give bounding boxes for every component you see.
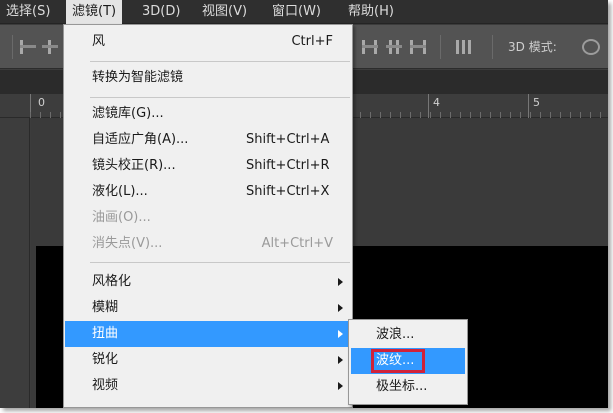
menu-3d[interactable]: 3D(D)	[136, 0, 186, 24]
submenu-arrow-icon	[338, 382, 343, 390]
submenu-arrow-icon	[338, 278, 343, 286]
toolbar-separator	[12, 35, 13, 59]
submenu-item-wave[interactable]: 波浪...	[351, 322, 465, 348]
menu-item-distort[interactable]: 扭曲	[65, 321, 351, 347]
submenu-arrow-icon	[338, 304, 343, 312]
menu-view[interactable]: 视图(V)	[196, 0, 253, 24]
toolbar-separator	[440, 35, 441, 59]
menu-item-video[interactable]: 视频	[65, 373, 351, 399]
menu-select[interactable]: 选择(S)	[0, 0, 56, 24]
ruler-label: 4	[433, 96, 440, 109]
shortcut-label: Shift+Ctrl+X	[246, 184, 330, 199]
menu-item-blur[interactable]: 模糊	[65, 295, 351, 321]
shortcut-label: Shift+Ctrl+A	[246, 132, 330, 147]
menu-bar: 选择(S) 滤镜(T) 3D(D) 视图(V) 窗口(W) 帮助(H)	[0, 0, 608, 24]
menu-item-convert-smart-filter[interactable]: 转换为智能滤镜	[65, 65, 351, 91]
ruler-label: 5	[533, 96, 540, 109]
menu-separator	[90, 61, 350, 62]
3d-mode-label: 3D 模式:	[508, 40, 557, 54]
menu-item-stylize[interactable]: 风格化	[65, 269, 351, 295]
menu-separator	[90, 262, 350, 263]
submenu-arrow-icon	[338, 330, 343, 338]
menu-item-sharpen[interactable]: 锐化	[65, 347, 351, 373]
submenu-arrow-icon	[338, 356, 343, 364]
auto-align-icon[interactable]	[456, 40, 472, 54]
shortcut-label: Ctrl+F	[291, 34, 333, 49]
toolbar-separator	[492, 35, 493, 59]
distribute-hcenter-icon[interactable]	[386, 40, 402, 54]
menu-filter[interactable]: 滤镜(T)	[66, 0, 123, 24]
photoshop-window: 选择(S) 滤镜(T) 3D(D) 视图(V) 窗口(W) 帮助(H) 3D 模…	[0, 0, 608, 408]
menu-item-lens-correction[interactable]: 镜头校正(R)... Shift+Ctrl+R	[65, 153, 351, 179]
filter-dropdown-menu: 风 Ctrl+F 转换为智能滤镜 滤镜库(G)... 自适应广角(A)... S…	[63, 24, 353, 408]
highlight-annotation-box	[371, 349, 425, 373]
3d-orbit-icon[interactable]	[582, 39, 600, 55]
distribute-left-icon[interactable]	[362, 40, 378, 54]
menu-item-vanishing-point[interactable]: 消失点(V)... Alt+Ctrl+V	[65, 231, 351, 257]
align-left-icon[interactable]	[20, 40, 36, 54]
menu-item-oil-paint[interactable]: 油画(O)...	[65, 205, 351, 231]
menu-separator	[90, 97, 350, 98]
submenu-item-ripple[interactable]: 波纹...	[351, 348, 465, 374]
submenu-item-polar-coordinates[interactable]: 极坐标...	[351, 374, 465, 400]
distort-submenu: 波浪... 波纹... 极坐标...	[348, 319, 468, 405]
menu-item-adaptive-wide-angle[interactable]: 自适应广角(A)... Shift+Ctrl+A	[65, 127, 351, 153]
menu-item-liquify[interactable]: 液化(L)... Shift+Ctrl+X	[65, 179, 351, 205]
vertical-ruler[interactable]	[0, 118, 30, 408]
shortcut-label: Alt+Ctrl+V	[261, 236, 333, 251]
ruler-label: 0	[38, 96, 45, 109]
menu-window[interactable]: 窗口(W)	[266, 0, 327, 24]
menu-item-wind[interactable]: 风 Ctrl+F	[65, 29, 351, 55]
menu-help[interactable]: 帮助(H)	[342, 0, 400, 24]
shortcut-label: Shift+Ctrl+R	[246, 158, 330, 173]
menu-item-filter-gallery[interactable]: 滤镜库(G)...	[65, 101, 351, 127]
distribute-right-icon[interactable]	[410, 40, 426, 54]
align-center-icon[interactable]	[42, 40, 58, 54]
